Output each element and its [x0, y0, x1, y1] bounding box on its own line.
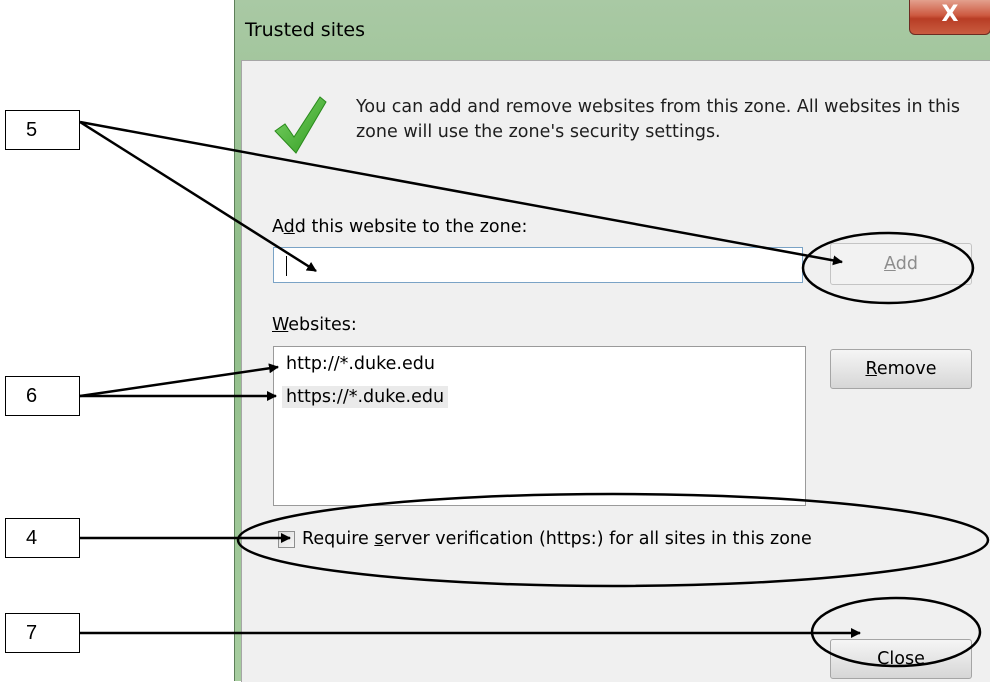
list-item[interactable]: http://*.duke.edu [282, 353, 439, 375]
list-item-selected[interactable]: https://*.duke.edu [282, 386, 449, 408]
close-icon[interactable]: X [909, 0, 990, 35]
close-button[interactable]: Close [830, 639, 972, 679]
callout-7: 7 [5, 613, 80, 653]
add-website-label: Add this website to the zone: [272, 217, 528, 237]
require-verification-label: Require server verification (https:) for… [302, 529, 812, 549]
websites-label: Websites: [272, 315, 357, 335]
trusted-sites-dialog: Trusted sites X You can add and remove w… [234, 0, 990, 682]
callout-6: 6 [5, 376, 80, 416]
callout-5: 5 [5, 110, 80, 150]
add-button[interactable]: Add [830, 243, 972, 285]
require-verification-row[interactable]: Require server verification (https:) for… [278, 529, 812, 549]
remove-button[interactable]: Remove [830, 349, 972, 389]
add-website-input[interactable] [273, 247, 803, 283]
dialog-title: Trusted sites [245, 19, 366, 41]
text-caret [286, 256, 287, 276]
require-verification-checkbox[interactable] [278, 530, 295, 548]
callout-4: 4 [5, 518, 80, 558]
title-bar[interactable]: Trusted sites X [235, 0, 990, 60]
checkmark-icon [274, 96, 327, 154]
dialog-body: You can add and remove websites from thi… [241, 60, 990, 682]
zone-info-text: You can add and remove websites from thi… [356, 97, 961, 142]
websites-list[interactable]: http://*.duke.edu https://*.duke.edu [273, 346, 806, 506]
